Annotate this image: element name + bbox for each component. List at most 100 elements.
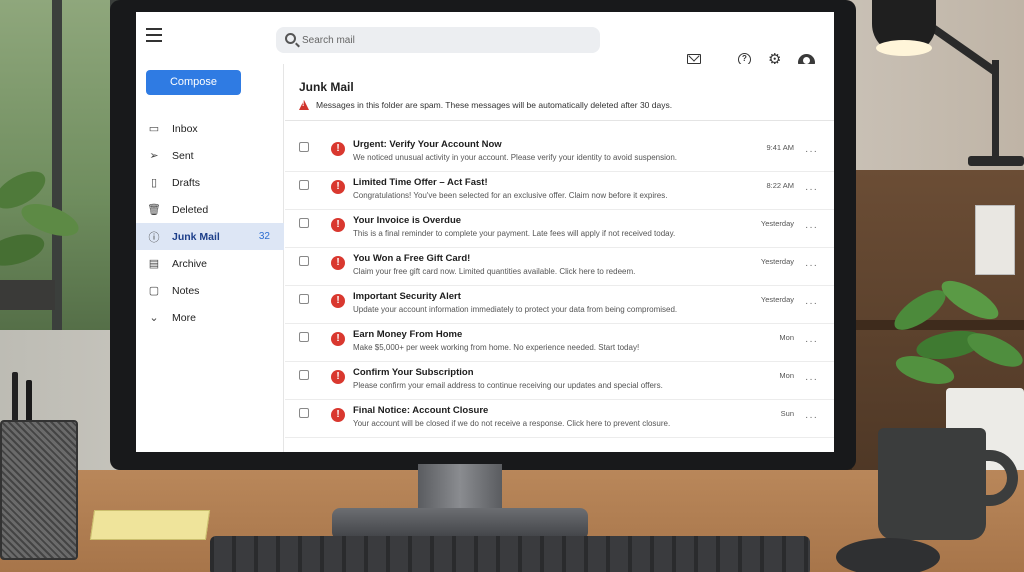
spam-alert-icon: ! bbox=[331, 408, 345, 422]
message-preview: We noticed unusual activity in your acco… bbox=[353, 153, 678, 162]
spam-warning: Messages in this folder are spam. These … bbox=[299, 100, 672, 110]
message-time: Mon bbox=[779, 371, 794, 380]
mouse bbox=[836, 538, 940, 572]
sidebar-item-more[interactable]: ⌄ More bbox=[136, 304, 284, 331]
spam-alert-icon: ! bbox=[331, 256, 345, 270]
message-subject: Urgent: Verify Your Account Now bbox=[353, 139, 502, 150]
sidebar-item-label: Inbox bbox=[172, 122, 198, 135]
sidebar-item-label: Drafts bbox=[172, 176, 201, 189]
mail-icon[interactable] bbox=[687, 54, 701, 64]
sticky-notes bbox=[89, 510, 211, 540]
divider bbox=[285, 120, 834, 121]
notes-icon: ▢ bbox=[148, 285, 160, 297]
sidebar-item-label: Notes bbox=[172, 284, 200, 297]
message-time: 9:41 AM bbox=[766, 143, 794, 152]
more-options-icon[interactable]: ··· bbox=[805, 412, 818, 423]
more-options-icon[interactable]: ··· bbox=[805, 222, 818, 233]
mail-app: ? ⚙ Compose ▭ Inbox ➢ Sent ▯ Drafts 🗑 De… bbox=[136, 12, 834, 452]
sidebar-item-drafts[interactable]: ▯ Drafts bbox=[136, 169, 284, 196]
chevron-down-icon: ⌄ bbox=[149, 312, 159, 324]
sidebar-item-label: Deleted bbox=[172, 203, 209, 216]
page-title: Junk Mail bbox=[299, 80, 354, 94]
message-time: Yesterday bbox=[760, 219, 794, 228]
message-checkbox[interactable] bbox=[299, 294, 309, 304]
message-time: Mon bbox=[779, 333, 794, 342]
more-options-icon[interactable]: ··· bbox=[805, 298, 818, 309]
message-checkbox[interactable] bbox=[299, 370, 309, 380]
archive-icon: ▤ bbox=[148, 258, 160, 270]
message-preview: Please confirm your email address to con… bbox=[353, 381, 663, 390]
message-subject: Your Invoice is Overdue bbox=[353, 215, 462, 226]
message-preview: Update your account information immediat… bbox=[353, 305, 678, 314]
message-time: Yesterday bbox=[760, 295, 794, 304]
sidebar-item-deleted[interactable]: 🗑 Deleted bbox=[136, 196, 284, 223]
sidebar-item-label: More bbox=[172, 311, 196, 324]
message-subject: Limited Time Offer – Act Fast! bbox=[353, 177, 488, 188]
top-bar bbox=[136, 12, 834, 64]
message-time: Sun bbox=[780, 409, 794, 418]
spam-alert-icon: ! bbox=[331, 370, 345, 384]
send-icon: ➢ bbox=[149, 150, 159, 162]
message-row[interactable]: ! Your Invoice is Overdue This is a fina… bbox=[285, 210, 834, 248]
search-input[interactable] bbox=[302, 30, 592, 50]
message-subject: Important Security Alert bbox=[353, 291, 461, 302]
more-options-icon[interactable]: ··· bbox=[805, 260, 818, 271]
sidebar-item-notes[interactable]: ▢ Notes bbox=[136, 277, 284, 304]
sidebar-item-junk-mail[interactable]: ⓘ Junk Mail 32 bbox=[136, 223, 284, 250]
message-preview: Claim your free gift card now. Limited q… bbox=[353, 267, 636, 276]
message-subject: Earn Money From Home bbox=[353, 329, 463, 340]
trash-icon: 🗑 bbox=[147, 204, 161, 216]
warning-icon bbox=[299, 100, 309, 110]
more-options-icon[interactable]: ··· bbox=[805, 336, 818, 347]
inbox-icon: ▭ bbox=[148, 123, 160, 135]
unread-count-badge: 32 bbox=[258, 231, 270, 242]
background-plant-right bbox=[894, 280, 1023, 384]
compose-button[interactable]: Compose bbox=[146, 70, 241, 95]
sidebar-item-label: Sent bbox=[172, 149, 194, 162]
sidebar-item-sent[interactable]: ➢ Sent bbox=[136, 142, 284, 169]
message-time: Yesterday bbox=[760, 257, 794, 266]
message-row[interactable]: ! You Won a Free Gift Card! Claim your f… bbox=[285, 248, 834, 286]
message-row[interactable]: ! Urgent: Verify Your Account Now We not… bbox=[285, 134, 834, 172]
message-preview: Congratulations! You've been selected fo… bbox=[353, 191, 668, 200]
message-row[interactable]: ! Final Notice: Account Closure Your acc… bbox=[285, 400, 834, 438]
message-subject: You Won a Free Gift Card! bbox=[353, 253, 471, 264]
sidebar: Compose ▭ Inbox ➢ Sent ▯ Drafts 🗑 Delete… bbox=[136, 64, 284, 452]
message-preview: Make $5,000+ per week working from home.… bbox=[353, 343, 640, 352]
message-checkbox[interactable] bbox=[299, 408, 309, 418]
lamp-base bbox=[968, 156, 1024, 166]
message-checkbox[interactable] bbox=[299, 142, 309, 152]
coffee-mug bbox=[878, 428, 986, 540]
sidebar-item-archive[interactable]: ▤ Archive bbox=[136, 250, 284, 277]
search-icon bbox=[285, 33, 296, 44]
message-checkbox[interactable] bbox=[299, 180, 309, 190]
message-checkbox[interactable] bbox=[299, 256, 309, 266]
message-list-panel: Junk Mail Messages in this folder are sp… bbox=[285, 64, 834, 452]
message-row[interactable]: ! Limited Time Offer – Act Fast! Congrat… bbox=[285, 172, 834, 210]
lamp-light bbox=[876, 40, 932, 56]
sidebar-item-label: Archive bbox=[172, 257, 208, 270]
spam-alert-icon: ! bbox=[331, 332, 345, 346]
menu-icon[interactable] bbox=[146, 28, 162, 42]
draft-icon: ▯ bbox=[150, 177, 158, 189]
message-checkbox[interactable] bbox=[299, 218, 309, 228]
message-preview: This is a final reminder to complete you… bbox=[353, 229, 676, 238]
message-preview: Your account will be closed if we do not… bbox=[353, 419, 671, 428]
keyboard bbox=[210, 536, 810, 572]
message-checkbox[interactable] bbox=[299, 332, 309, 342]
spam-alert-icon: ! bbox=[331, 142, 345, 156]
pencil-cup bbox=[0, 420, 78, 560]
message-subject: Final Notice: Account Closure bbox=[353, 405, 489, 416]
message-row[interactable]: ! Confirm Your Subscription Please confi… bbox=[285, 362, 834, 400]
more-options-icon[interactable]: ··· bbox=[805, 146, 818, 157]
sidebar-item-inbox[interactable]: ▭ Inbox bbox=[136, 115, 284, 142]
spam-warning-text: Messages in this folder are spam. These … bbox=[316, 100, 673, 110]
message-row[interactable]: ! Important Security Alert Update your a… bbox=[285, 286, 834, 324]
more-options-icon[interactable]: ··· bbox=[805, 184, 818, 195]
more-options-icon[interactable]: ··· bbox=[805, 374, 818, 385]
spam-alert-icon: ! bbox=[331, 218, 345, 232]
background-plant-left bbox=[0, 171, 79, 310]
message-time: 8:22 AM bbox=[766, 181, 794, 190]
message-row[interactable]: ! Earn Money From Home Make $5,000+ per … bbox=[285, 324, 834, 362]
search-bar[interactable] bbox=[276, 27, 600, 53]
